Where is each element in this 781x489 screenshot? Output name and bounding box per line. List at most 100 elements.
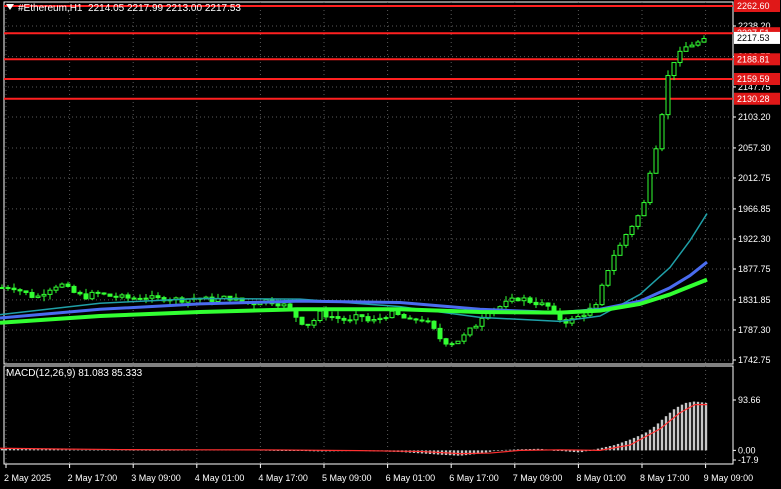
macd-histogram-bar [68, 449, 72, 451]
macd-histogram-bar [704, 402, 708, 451]
macd-signal-line [0, 404, 707, 455]
ohlc-values: 2214.05 2217.99 2213.00 2217.53 [88, 3, 241, 14]
macd-histogram-bar [16, 449, 20, 451]
macd-histogram-bar [84, 449, 88, 451]
candle [431, 320, 437, 331]
macd-histogram-bar [700, 402, 704, 451]
candle [605, 270, 611, 288]
candle [689, 41, 695, 48]
candle [443, 337, 449, 347]
macd-histogram-bar [664, 416, 668, 451]
candle [299, 316, 305, 326]
macd-histogram-bar [656, 423, 660, 451]
x-tick-label: 2 May 17:00 [68, 473, 118, 483]
candle [5, 285, 11, 291]
candle [509, 293, 515, 304]
macd-histogram-bar [20, 449, 24, 451]
macd-histogram-bar [40, 449, 44, 451]
candle [17, 288, 23, 296]
macd-histogram-bar [508, 449, 512, 451]
candle [167, 297, 173, 305]
candle [701, 35, 707, 43]
price-level-label: 2159.59 [737, 74, 770, 84]
macd-histogram-bar [644, 432, 648, 451]
candle [569, 315, 575, 326]
candle [89, 289, 95, 301]
macd-histogram-bar [668, 412, 672, 451]
macd-histogram-bar [88, 449, 92, 451]
candle [677, 46, 683, 67]
candle [473, 324, 479, 329]
macd-histogram-bar [696, 401, 700, 451]
y-tick-label: 2012.75 [738, 173, 771, 183]
candle [521, 294, 527, 306]
macd-histogram-bar [640, 434, 644, 451]
candle [131, 295, 137, 300]
chart-window[interactable]: 2238.202192.752147.752103.202057.302012.… [0, 0, 781, 489]
candle [53, 284, 59, 294]
candle [683, 41, 689, 52]
y-tick-label: 1831.85 [738, 295, 771, 305]
candle [329, 311, 335, 321]
macd-y-tick-label: 93.66 [738, 395, 761, 405]
x-tick-label: 2 May 2025 [4, 473, 51, 483]
candle [161, 295, 167, 303]
candle [95, 290, 101, 298]
candle [467, 327, 473, 338]
candle [119, 293, 125, 300]
collapse-triangle-icon[interactable] [6, 4, 14, 10]
candle [503, 296, 509, 309]
macd-histogram-bar [560, 450, 564, 452]
y-tick-label: 2103.20 [738, 112, 771, 122]
candle [545, 302, 551, 310]
x-tick-label: 4 May 01:00 [195, 473, 245, 483]
candle [101, 292, 107, 296]
symbol-header: #Ethereum,H1 2214.05 2217.99 2213.00 221… [6, 3, 241, 14]
candle [401, 312, 407, 319]
moving-average-fast [0, 213, 708, 323]
macd-histogram-bar [4, 448, 8, 451]
macd-y-tick-label: 0.00 [738, 445, 756, 455]
macd-histogram-bar [44, 449, 48, 451]
candle [437, 323, 443, 342]
candle [617, 242, 623, 256]
candle [653, 145, 659, 174]
candle [365, 313, 371, 323]
candle [335, 311, 341, 324]
candle [671, 62, 677, 81]
candle [59, 282, 65, 289]
candle [371, 315, 377, 324]
x-tick-label: 6 May 01:00 [386, 473, 436, 483]
candle [515, 296, 521, 302]
candle [107, 293, 113, 297]
x-tick-label: 8 May 01:00 [576, 473, 626, 483]
candle [359, 314, 365, 322]
current-price-label: 2217.53 [737, 33, 770, 43]
candle [35, 293, 41, 299]
candle [83, 288, 89, 301]
candle [659, 112, 665, 152]
candle [647, 170, 653, 206]
macd-histogram-bar [660, 419, 664, 451]
macd-histogram-bar [652, 426, 656, 451]
candle [77, 290, 83, 296]
candle [113, 292, 119, 301]
candle [23, 290, 29, 296]
macd-histogram-bar [64, 449, 68, 451]
chart-canvas[interactable]: 2238.202192.752147.752103.202057.302012.… [0, 0, 781, 489]
candle [311, 318, 317, 329]
macd-histogram-bar [48, 449, 52, 451]
candle [527, 296, 533, 305]
y-tick-label: 1742.75 [738, 355, 771, 365]
macd-histogram-bar [0, 448, 4, 451]
x-tick-label: 6 May 17:00 [449, 473, 499, 483]
macd-histogram-bar [648, 429, 652, 451]
candle [233, 293, 239, 301]
price-level-label: 2262.60 [737, 1, 770, 11]
candle [695, 40, 701, 47]
macd-histogram-bar [692, 401, 696, 451]
macd-histogram-bar [464, 450, 468, 456]
x-tick-label: 4 May 17:00 [258, 473, 308, 483]
candle [347, 314, 353, 324]
macd-histogram-bar [632, 437, 636, 451]
